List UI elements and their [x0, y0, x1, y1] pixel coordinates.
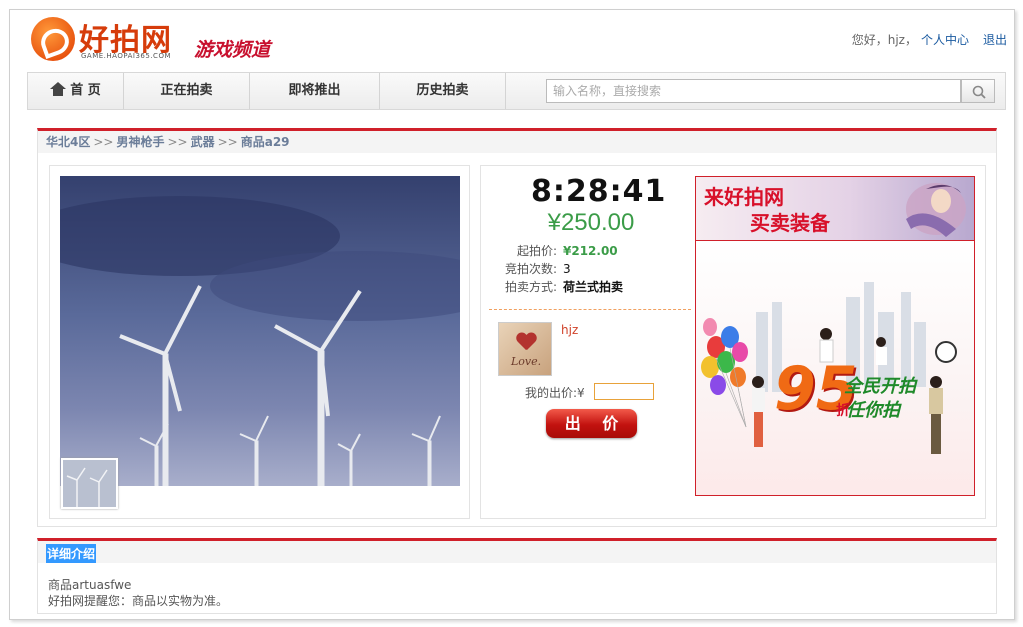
detail-description: 商品artuasfwe [48, 578, 132, 592]
start-price-value: ¥212.00 [563, 244, 618, 258]
banner-character-art [906, 183, 966, 237]
auction-type-row: 拍卖方式: 荷兰式拍卖 [491, 278, 623, 295]
logout-link[interactable]: 退出 [983, 33, 1007, 47]
breadcrumb: 华北4区 >> 男神枪手 >> 武器 >> 商品a29 [38, 131, 996, 153]
countdown-timer: 8:28:41 [531, 174, 667, 209]
breadcrumb-class[interactable]: 男神枪手 [116, 135, 164, 149]
banner-line2: 买卖装备 [750, 211, 830, 235]
place-bid-button[interactable]: 出 价 [546, 409, 637, 438]
promo-banner[interactable]: 来好拍网 买卖装备 95 全民开拍 折 任你拍 [695, 176, 975, 496]
seller-name[interactable]: hjz [561, 323, 578, 337]
avatar-text: Love. [511, 355, 542, 368]
product-image-box [49, 165, 470, 519]
search-button[interactable] [961, 79, 995, 103]
user-bar: 您好，hjz， 个人中心 退出 [852, 31, 1007, 48]
bid-count-label: 竞拍次数: [504, 262, 557, 276]
nav-home[interactable]: 首 页 [28, 73, 124, 109]
detail-header: 详细介绍 [38, 541, 996, 563]
heart-icon [516, 333, 536, 351]
nav-home-label: 首 页 [70, 83, 101, 98]
banner-promo-line2: 任你拍 [846, 400, 900, 421]
main-nav: 首 页 正在拍卖 即将推出 历史拍卖 输入名称，直接搜索 [27, 72, 1006, 110]
nav-upcoming[interactable]: 即将推出 [250, 73, 380, 109]
seller-avatar[interactable]: Love. [498, 322, 552, 376]
auction-info-box: 8:28:41 ¥250.00 起拍价: ¥212.00 竞拍次数: 3 拍卖方式:… [480, 165, 986, 519]
current-price: ¥250.00 [547, 209, 635, 236]
search-icon [972, 85, 986, 99]
logo-mark-icon [31, 17, 75, 61]
breadcrumb-sep: >> [93, 135, 114, 149]
logo-subtext: GAME.HAOPAI365.COM [81, 52, 171, 60]
bid-amount-input[interactable] [594, 383, 654, 400]
banner-body: 95 全民开拍 折 任你拍 [696, 242, 974, 495]
breadcrumb-item[interactable]: 商品a29 [241, 135, 290, 149]
banner-header: 来好拍网 买卖装备 [696, 177, 974, 241]
greeting-text: 您好，hjz， [851, 33, 917, 47]
product-thumbnail[interactable] [61, 458, 118, 509]
bid-count-row: 竞拍次数: 3 [491, 260, 571, 277]
breadcrumb-category[interactable]: 武器 [191, 135, 215, 149]
divider [489, 309, 691, 310]
bid-count-value: 3 [563, 262, 571, 276]
bid-label: 我的出价:¥ [525, 386, 585, 400]
banner-promo-line1: 全民开拍 [844, 376, 916, 397]
product-image[interactable] [60, 176, 460, 486]
item-panel: 华北4区 >> 男神枪手 >> 武器 >> 商品a29 8:28:41 ¥250… [37, 128, 997, 527]
banner-line1: 来好拍网 [704, 185, 784, 209]
breadcrumb-server[interactable]: 华北4区 [46, 135, 90, 149]
detail-title: 详细介绍 [46, 544, 97, 563]
channel-name: 游戏频道 [194, 39, 271, 61]
nav-ongoing-auctions[interactable]: 正在拍卖 [124, 73, 250, 109]
site-logo[interactable]: 好拍网 GAME.HAOPAI365.COM 游戏频道 [31, 15, 291, 67]
breadcrumb-sep: >> [217, 135, 238, 149]
user-center-link[interactable]: 个人中心 [921, 33, 969, 47]
nav-history[interactable]: 历史拍卖 [380, 73, 506, 109]
auction-type-value: 荷兰式拍卖 [563, 280, 624, 294]
home-icon [50, 82, 67, 96]
breadcrumb-sep: >> [167, 135, 188, 149]
detail-notice: 好拍网提醒您：商品以实物为准。 [48, 594, 229, 608]
start-price-row: 起拍价: ¥212.00 [491, 242, 618, 259]
auction-type-label: 拍卖方式: [504, 280, 557, 294]
search-input[interactable]: 输入名称，直接搜索 [546, 79, 961, 103]
detail-section: 详细介绍 商品artuasfwe 好拍网提醒您：商品以实物为准。 [37, 538, 997, 614]
start-price-label: 起拍价: [516, 244, 557, 258]
